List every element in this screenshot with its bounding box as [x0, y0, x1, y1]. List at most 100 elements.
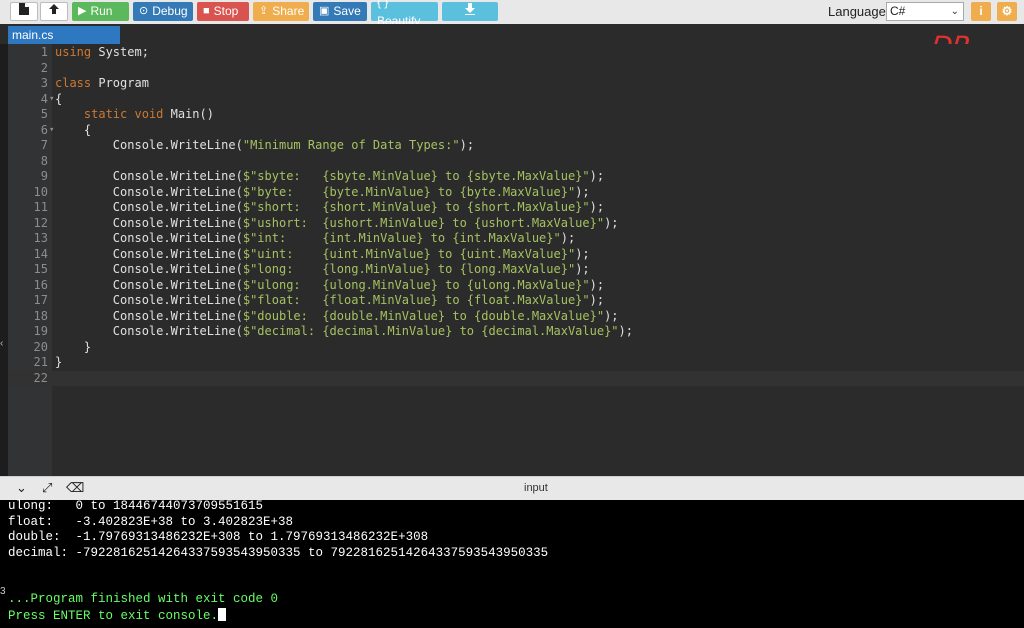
- code-token: "Minimum Range of Data Types:": [242, 138, 460, 152]
- console-line: float: -3.402823E+38 to 3.402823E+38: [8, 515, 293, 531]
- run-label: Run: [90, 4, 113, 18]
- fold-toggle-icon[interactable]: ▾: [49, 92, 54, 108]
- tab-label: main.cs: [12, 28, 54, 42]
- code-token: );: [459, 138, 475, 152]
- line-number: 2: [40, 60, 48, 75]
- download-button[interactable]: [442, 2, 498, 21]
- save-icon: ▣: [319, 5, 330, 17]
- upload-button[interactable]: [40, 2, 68, 21]
- line-number: 15: [33, 262, 48, 276]
- code-text: using System;: [55, 45, 149, 61]
- line-number: 1: [40, 45, 48, 59]
- expand-icon[interactable]: ⤢: [42, 480, 52, 496]
- code-line[interactable]: 3 class Program: [8, 76, 1024, 92]
- code-line[interactable]: 10 Console.WriteLine($"byte: {byte.MinVa…: [8, 185, 1024, 201]
- code-text: class Program: [55, 76, 149, 92]
- stop-button[interactable]: ■ Stop: [197, 2, 249, 21]
- code-line[interactable]: 15 Console.WriteLine($"long: {long.MinVa…: [8, 262, 1024, 278]
- input-label[interactable]: input: [524, 482, 548, 494]
- code-line[interactable]: 16 Console.WriteLine($"ulong: {ulong.Min…: [8, 278, 1024, 294]
- info-button[interactable]: i: [971, 2, 991, 21]
- code-line[interactable]: 5 static void Main(): [8, 107, 1024, 123]
- code-line[interactable]: 9 Console.WriteLine($"sbyte: {sbyte.MinV…: [8, 169, 1024, 185]
- code-token: $"byte: {byte.MinValue} to {byte.MaxValu…: [242, 184, 576, 199]
- debug-button[interactable]: ⊙ Debug: [133, 2, 193, 21]
- console-line-text: decimal: -79228162514264337593543950335 …: [8, 545, 549, 560]
- code-line[interactable]: 4 ▾{: [8, 92, 1024, 108]
- chevron-down-icon[interactable]: ⌄: [16, 480, 27, 496]
- code-token: Console.WriteLine(: [55, 277, 243, 292]
- code-token: Console.WriteLine(: [55, 262, 243, 276]
- code-token: );: [560, 231, 576, 245]
- code-text: Console.WriteLine($"ushort: {ushort.MinV…: [55, 216, 619, 232]
- console-line-text: Press ENTER to exit console.: [8, 608, 219, 623]
- code-token: $"decimal: {decimal.MinValue} to {decima…: [242, 324, 619, 338]
- debug-icon: ⊙: [139, 5, 149, 17]
- file-tab-bar: main.cs: [0, 24, 1024, 45]
- code-line[interactable]: 11 Console.WriteLine($"short: {short.Min…: [8, 200, 1024, 216]
- share-button[interactable]: ⇪ Share: [253, 2, 309, 21]
- code-line[interactable]: 2: [8, 61, 1024, 77]
- code-text: {: [55, 92, 62, 108]
- code-text: Console.WriteLine($"double: {double.MinV…: [55, 309, 619, 325]
- code-line[interactable]: 14 Console.WriteLine($"uint: {uint.MinVa…: [8, 247, 1024, 263]
- code-line[interactable]: 19 Console.WriteLine($"decimal: {decimal…: [8, 324, 1024, 340]
- upload-icon: [48, 2, 60, 21]
- console-line-text: ...Program finished with exit code 0: [8, 592, 279, 606]
- line-number: 7: [40, 138, 48, 152]
- code-token: {: [55, 122, 92, 137]
- code-line[interactable]: 22: [8, 370, 1024, 386]
- code-line[interactable]: 6 ▾ {: [8, 123, 1024, 139]
- language-select[interactable]: C# ⌄: [886, 2, 964, 21]
- line-number: 5: [40, 107, 48, 121]
- new-file-button[interactable]: [10, 2, 38, 21]
- line-number: 9: [40, 169, 48, 183]
- code-token: System;: [91, 45, 149, 59]
- code-text: }: [55, 355, 62, 371]
- console-line-text: ulong: 0 to 18446744073709551615: [8, 499, 264, 513]
- console-cursor: [218, 607, 227, 621]
- fold-toggle-icon[interactable]: ▾: [49, 123, 54, 139]
- console-line-text: double: -1.79769313486232E+308 to 1.7976…: [8, 530, 429, 544]
- code-line[interactable]: 7 Console.WriteLine("Minimum Range of Da…: [8, 138, 1024, 154]
- code-token: Console.WriteLine(: [55, 169, 243, 183]
- code-token: );: [575, 246, 590, 261]
- code-token: void: [134, 107, 164, 121]
- code-line[interactable]: 21}: [8, 355, 1024, 371]
- play-icon: ▶: [78, 5, 87, 17]
- beautify-button[interactable]: { } Beautify: [371, 0, 438, 28]
- code-line[interactable]: 17 Console.WriteLine($"float: {float.Min…: [8, 293, 1024, 309]
- code-line[interactable]: 13 Console.WriteLine($"int: {int.MinValu…: [8, 231, 1024, 247]
- left-panel-strip[interactable]: ‹: [0, 44, 8, 480]
- code-text: }: [55, 340, 91, 356]
- code-line[interactable]: 12 Console.WriteLine($"ushort: {ushort.M…: [8, 216, 1024, 232]
- toolbar: ▶ Run ⊙ Debug ■ Stop ⇪ Share ▣ Save { } …: [0, 0, 1024, 28]
- code-token: );: [604, 308, 619, 323]
- code-line[interactable]: 20 }: [8, 340, 1024, 356]
- collapse-icon[interactable]: ‹: [0, 338, 3, 349]
- code-token: }: [55, 339, 92, 354]
- code-line[interactable]: 1 using System;: [8, 45, 1024, 61]
- code-line[interactable]: 8: [8, 154, 1024, 170]
- line-number: 13: [33, 231, 48, 245]
- settings-button[interactable]: ⚙: [997, 2, 1017, 21]
- code-line[interactable]: 18 Console.WriteLine($"double: {double.M…: [8, 309, 1024, 325]
- save-button[interactable]: ▣ Save: [313, 2, 367, 21]
- code-token: Console.WriteLine(: [55, 293, 243, 307]
- code-text: Console.WriteLine($"long: {long.MinValue…: [55, 262, 590, 278]
- code-text: Console.WriteLine($"int: {int.MinValue} …: [55, 231, 575, 247]
- code-token: $"sbyte: {sbyte.MinValue} to {sbyte.MaxV…: [242, 169, 590, 183]
- console-line: Press ENTER to exit console.: [8, 607, 227, 625]
- run-button[interactable]: ▶ Run: [72, 2, 129, 21]
- code-text: {: [55, 123, 91, 139]
- side-marker-icon: 3: [0, 586, 6, 597]
- code-token: $"ushort: {ushort.MinValue} to {ushort.M…: [242, 215, 605, 230]
- language-value: C#: [890, 4, 906, 18]
- code-token: );: [589, 293, 605, 307]
- tab-main-cs[interactable]: main.cs: [8, 26, 120, 44]
- console-line-text: float: -3.402823E+38 to 3.402823E+38: [8, 514, 294, 529]
- code-token: );: [589, 277, 605, 292]
- clear-console-icon[interactable]: ⌫: [66, 480, 84, 496]
- code-token: Console.WriteLine(: [55, 231, 243, 245]
